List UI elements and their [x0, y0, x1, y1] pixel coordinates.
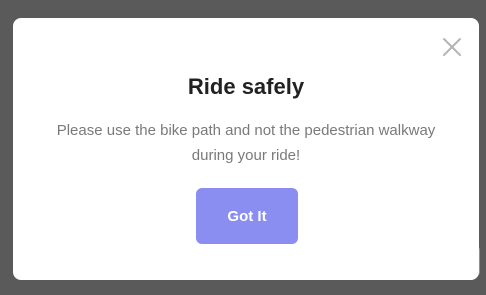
close-icon: [443, 38, 461, 56]
ride-safely-modal: Ride safely Please use the bike path and…: [13, 18, 479, 280]
modal-message: Please use the bike path and not the ped…: [56, 122, 436, 164]
modal-title: Ride safely: [187, 74, 305, 99]
close-button[interactable]: [439, 34, 465, 60]
got-it-button[interactable]: Got It: [196, 188, 298, 244]
